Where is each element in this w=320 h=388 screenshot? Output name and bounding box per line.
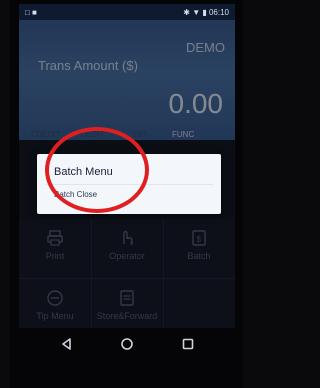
navigation-bar <box>19 328 235 360</box>
annotation-circle <box>45 127 149 213</box>
phone-frame: □ ■ ✱ ▼ ▮ 06:10 DEMO Trans Amount ($) 0.… <box>10 0 243 388</box>
status-clock: ✱ ▼ ▮ 06:10 <box>183 8 229 17</box>
status-bar: □ ■ ✱ ▼ ▮ 06:10 <box>19 4 235 20</box>
recents-icon[interactable] <box>180 336 196 352</box>
home-icon[interactable] <box>119 336 135 352</box>
screen: □ ■ ✱ ▼ ▮ 06:10 DEMO Trans Amount ($) 0.… <box>19 4 235 360</box>
status-icons-left: □ ■ <box>25 8 37 17</box>
back-icon[interactable] <box>59 336 75 352</box>
